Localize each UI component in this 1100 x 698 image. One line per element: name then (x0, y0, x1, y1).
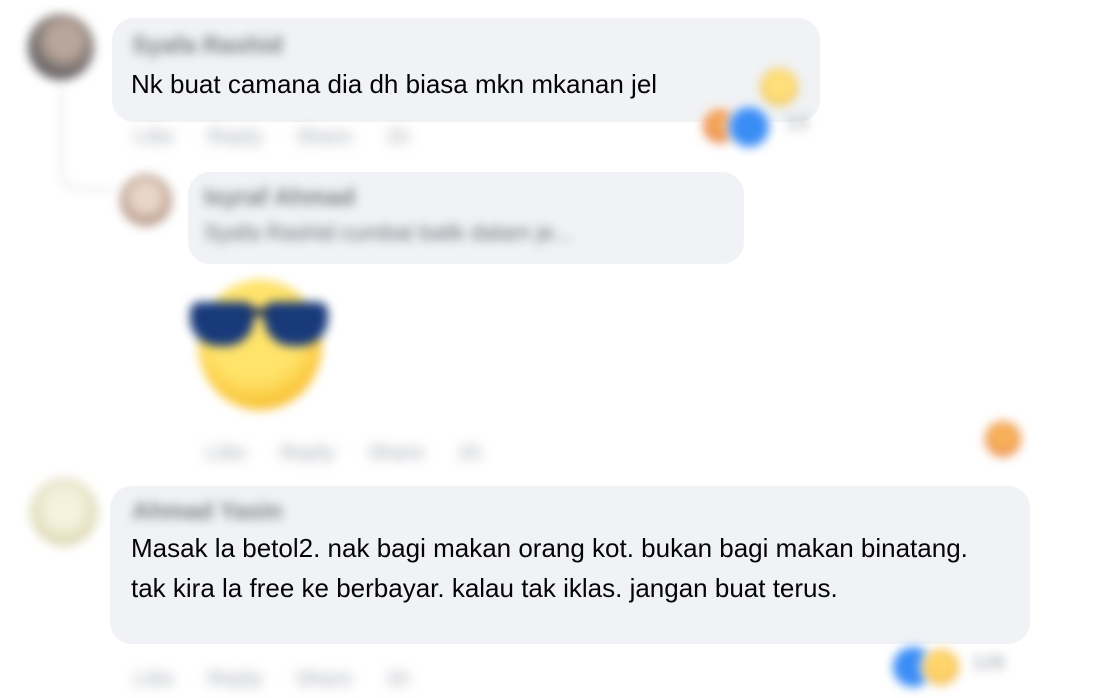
timestamp: 1h (458, 442, 482, 464)
like-button[interactable]: Like (134, 668, 174, 691)
comment-author[interactable]: Syafa Rashid (132, 32, 283, 60)
reply-button[interactable]: Reply (208, 668, 262, 691)
like-button[interactable]: Like (134, 126, 174, 149)
comment-author[interactable]: Ahmad Yasin (132, 498, 282, 526)
avatar[interactable] (120, 174, 172, 226)
comment-actions: Like Reply Share 1h (134, 126, 409, 149)
reaction-summary[interactable]: 126 (890, 642, 1030, 690)
timestamp: 1h (386, 668, 410, 690)
reply-author[interactable]: Isyraf Ahmad (204, 184, 355, 212)
like-icon (726, 104, 772, 150)
comment-actions: Like Reply Share 1h (134, 668, 409, 691)
reaction-count: 13 (786, 112, 809, 134)
avatar[interactable] (28, 14, 94, 80)
comment-text: Nk buat camana dia dh biasa mkn mkanan j… (131, 69, 658, 99)
reply-preview: Syafa Rashid cumbat balik dalam je... (204, 220, 573, 245)
share-button[interactable]: Share (297, 126, 353, 149)
reply-button[interactable]: Reply (208, 126, 262, 149)
share-button[interactable]: Share (369, 442, 425, 465)
thread-connector (60, 88, 113, 191)
avatar[interactable] (30, 478, 98, 546)
haha-icon (920, 646, 962, 688)
reaction-count: 126 (972, 652, 1006, 674)
angry-icon[interactable] (982, 418, 1024, 460)
share-button[interactable]: Share (297, 668, 353, 691)
reply-actions: Like Reply Share 1h (206, 442, 481, 465)
haha-icon (760, 68, 798, 106)
reaction-summary[interactable]: 13 (700, 104, 820, 150)
comment-text: Masak la betol2. nak bagi makan orang ko… (131, 533, 968, 603)
like-button[interactable]: Like (206, 442, 246, 465)
timestamp: 1h (386, 126, 410, 148)
sunglasses-emoji-icon (190, 272, 330, 412)
reply-button[interactable]: Reply (280, 442, 334, 465)
